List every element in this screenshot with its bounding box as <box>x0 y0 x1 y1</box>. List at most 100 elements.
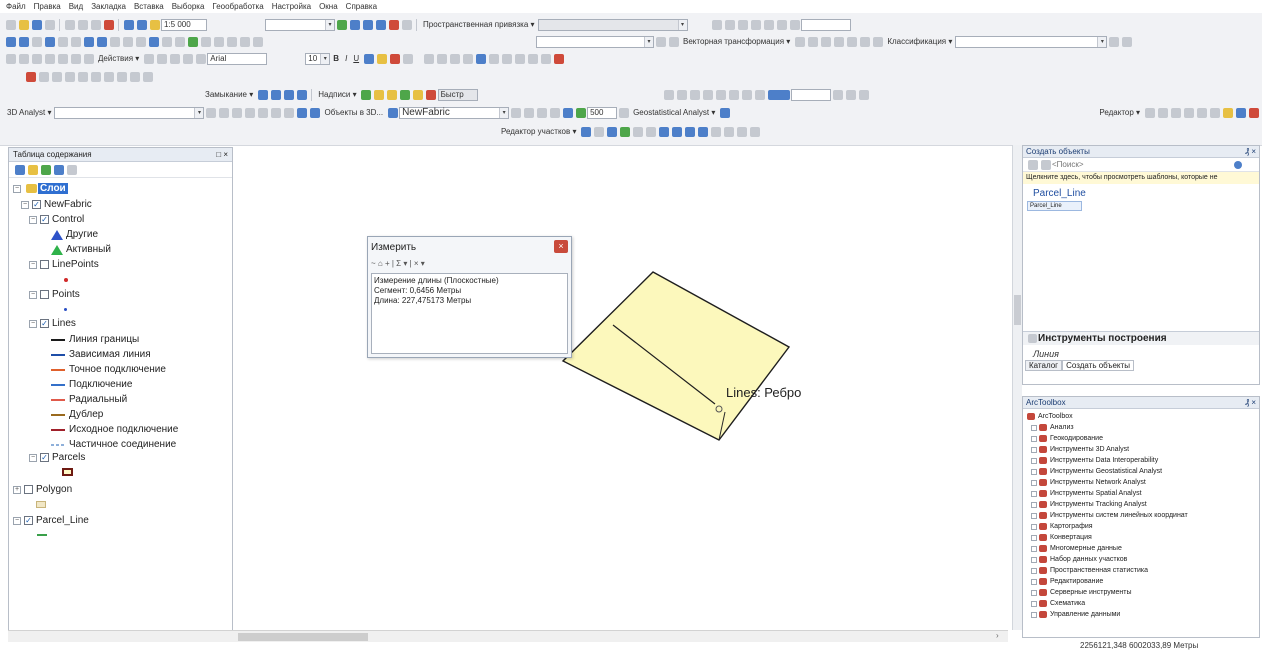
measure-icon[interactable] <box>187 36 198 47</box>
parcel-polygon[interactable] <box>561 271 791 441</box>
expand-icon[interactable] <box>1031 589 1037 596</box>
fixed-zoom-out-icon[interactable] <box>70 36 81 47</box>
draw-tool-icon[interactable] <box>70 53 81 64</box>
parcel-tool-icon[interactable] <box>619 126 630 137</box>
adjust-tool-icon[interactable] <box>737 19 748 30</box>
3d-tool-icon[interactable] <box>283 107 294 118</box>
measure-tools[interactable]: ~ ⌂ + | Σ ▾ | × ▾ <box>368 257 571 269</box>
arctoolbox-icon[interactable] <box>388 19 399 30</box>
parcel-tool-icon[interactable] <box>736 126 747 137</box>
parcel-tool-icon[interactable] <box>749 126 760 137</box>
adjust-tool-icon[interactable] <box>711 19 722 30</box>
horizontal-scrollbar[interactable] <box>8 630 1008 642</box>
toolbox-item[interactable]: Пространственная статистика <box>1031 567 1148 574</box>
draw-tool-icon[interactable] <box>31 53 42 64</box>
fabric-tool-icon[interactable] <box>618 107 629 118</box>
objects-in-3d-menu[interactable]: Объекты в 3D... <box>324 108 383 117</box>
raster-tool-icon[interactable] <box>754 89 765 100</box>
html-popup-icon[interactable] <box>174 36 185 47</box>
python-icon[interactable] <box>401 19 412 30</box>
toolbox-item[interactable]: Инструменты Tracking Analyst <box>1031 501 1147 508</box>
collapse-icon[interactable]: − <box>29 215 37 224</box>
menu-edit[interactable]: Правка <box>34 2 61 11</box>
find-route-icon[interactable] <box>213 36 224 47</box>
edit-vertex-icon[interactable] <box>437 53 448 64</box>
value-combo[interactable]: 500 <box>587 106 618 119</box>
vertex-snap-icon[interactable] <box>283 89 294 100</box>
expand-icon[interactable] <box>1031 600 1037 607</box>
select-features-icon[interactable] <box>109 36 120 47</box>
visibility-checkbox[interactable] <box>40 290 49 299</box>
toc-layer-linepoints[interactable]: − LinePoints <box>29 259 99 270</box>
adjust-tool-icon[interactable] <box>789 19 800 30</box>
parcel-tool-icon[interactable] <box>697 126 708 137</box>
raster-tool-icon[interactable] <box>715 89 726 100</box>
view-unplaced-icon[interactable] <box>426 89 437 100</box>
toc-layer-lines[interactable]: − ✓ Lines <box>29 318 76 329</box>
adjust-tool-icon[interactable] <box>724 19 735 30</box>
organize-templates-icon[interactable] <box>1027 159 1038 170</box>
adjust-combo[interactable] <box>801 18 852 31</box>
goto-xy-icon[interactable] <box>226 36 237 47</box>
paste-icon[interactable] <box>90 19 101 30</box>
expand-icon[interactable]: + <box>13 485 21 494</box>
toolbox-item[interactable]: Многомерные данные <box>1031 545 1122 552</box>
collapse-icon[interactable]: − <box>13 184 21 193</box>
expand-icon[interactable] <box>1031 545 1037 552</box>
edit-vertex-icon[interactable] <box>424 53 435 64</box>
toc-root-layers[interactable]: − Слои <box>13 183 68 194</box>
list-by-visibility-icon[interactable] <box>40 164 51 175</box>
expand-icon[interactable] <box>1031 468 1037 475</box>
close-button[interactable]: × <box>554 240 568 253</box>
label-manager-icon[interactable] <box>361 89 372 100</box>
draw-tool-icon[interactable] <box>83 53 94 64</box>
toolbox-item[interactable]: Инструменты систем линейных координат <box>1031 512 1188 519</box>
italic-button[interactable]: I <box>345 54 347 63</box>
menu-geoprocessing[interactable]: Геообработка <box>212 2 263 11</box>
label-weight-icon[interactable] <box>387 89 398 100</box>
expand-icon[interactable] <box>1031 556 1037 563</box>
viewer-icon[interactable] <box>252 36 263 47</box>
tool-icon[interactable] <box>51 71 62 82</box>
toolbox-item[interactable]: Инструменты Geostatistical Analyst <box>1031 468 1162 475</box>
geostatistical-analyst-menu[interactable]: Geostatistical Analyst ▾ <box>633 108 715 117</box>
list-by-selection-icon[interactable] <box>53 164 64 175</box>
edit-tool-icon[interactable] <box>1157 107 1168 118</box>
template-item[interactable]: Parcel_Line <box>1027 201 1082 211</box>
toolbox-item[interactable]: Инструменты Network Analyst <box>1031 479 1146 486</box>
underline-button[interactable]: U <box>353 54 359 63</box>
forward-icon[interactable] <box>96 36 107 47</box>
georef-tool-icon[interactable] <box>502 53 513 64</box>
raster-tool-icon[interactable] <box>741 89 752 100</box>
font-color-icon[interactable] <box>363 53 374 64</box>
editor-toolbar-icon[interactable] <box>336 19 347 30</box>
toc-layer-points[interactable]: − Points <box>29 289 80 300</box>
cut-icon[interactable] <box>64 19 75 30</box>
back-icon[interactable] <box>83 36 94 47</box>
parcel-tool-icon[interactable] <box>710 126 721 137</box>
3d-tool-icon[interactable] <box>218 107 229 118</box>
map-view[interactable]: Lines: Ребро <box>236 147 1006 627</box>
visibility-checkbox[interactable]: ✓ <box>40 215 49 224</box>
toolbox-item[interactable]: Управление данными <box>1031 611 1120 618</box>
pan-icon[interactable] <box>31 36 42 47</box>
arcscene-icon[interactable] <box>296 107 307 118</box>
parcel-tool-icon[interactable] <box>632 126 643 137</box>
list-by-source-icon[interactable] <box>27 164 38 175</box>
geostat-wizard-icon[interactable] <box>719 107 730 118</box>
fabric-tool-icon[interactable] <box>510 107 521 118</box>
zoom-out-icon[interactable] <box>18 36 29 47</box>
menu-bookmarks[interactable]: Закладка <box>91 2 126 11</box>
raster-tool-icon[interactable] <box>702 89 713 100</box>
3d-analyst-menu[interactable]: 3D Analyst ▾ <box>7 108 51 117</box>
transform-layer-combo[interactable]: ▾ <box>536 35 654 48</box>
font-size-combo[interactable]: 10 ▾ <box>305 52 331 65</box>
fill-color-icon[interactable] <box>376 53 387 64</box>
font-combo[interactable]: Arial <box>207 52 268 65</box>
tool-icon[interactable] <box>77 71 88 82</box>
3d-tool-icon[interactable] <box>270 107 281 118</box>
transform-tool-icon[interactable] <box>846 36 857 47</box>
editor-menu[interactable]: Редактор ▾ <box>1099 108 1140 117</box>
tool-icon[interactable] <box>38 71 49 82</box>
tool-icon[interactable] <box>25 71 36 82</box>
